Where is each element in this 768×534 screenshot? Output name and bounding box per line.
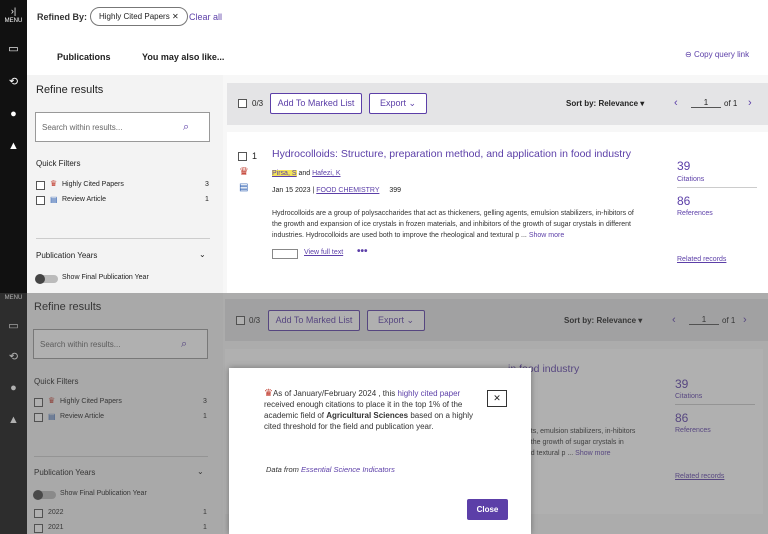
final-year-toggle[interactable]	[35, 274, 58, 284]
prev-page-icon[interactable]: ‹	[674, 97, 678, 109]
close-icon[interactable]: ✕	[172, 12, 179, 21]
highly-cited-link[interactable]: highly cited paper	[398, 389, 461, 398]
pub-years-title: Publication Years	[36, 251, 98, 260]
trophy-icon: ♛	[239, 166, 249, 178]
link-icon: ⊖	[685, 50, 692, 59]
authors: Pirsa, S and Hafezi, K	[272, 170, 341, 177]
field-name: Agricultural Sciences	[326, 411, 409, 420]
search-within-input[interactable]: Search within results... ⌕	[35, 112, 210, 142]
next-page-icon[interactable]: ›	[748, 97, 752, 109]
author-link[interactable]: Hafezi, K	[312, 170, 340, 177]
data-from-label: Data from	[266, 465, 299, 474]
add-to-marked-list-button[interactable]: Add To Marked List	[270, 93, 362, 114]
document-icon: ▤	[50, 195, 58, 204]
chevron-down-icon[interactable]: ⌄	[199, 250, 206, 259]
view-full-text-link[interactable]: View full text	[304, 249, 343, 256]
page-of: of 1	[724, 99, 738, 108]
refine-panel: Refine results Search within results... …	[27, 75, 223, 293]
review-article-label: Review Article	[62, 196, 106, 203]
tab-publications[interactable]: Publications	[57, 52, 111, 62]
header-area: Refined By: Highly Cited Papers ✕ Clear …	[27, 0, 768, 75]
close-button[interactable]: Close	[467, 499, 508, 520]
bell-icon[interactable]: ▲	[0, 140, 27, 152]
filter-chip-label: Highly Cited Papers	[99, 12, 170, 21]
sort-dropdown[interactable]: Sort by: Relevance ▾	[566, 99, 644, 108]
search-icon[interactable]: ⌕	[183, 121, 189, 134]
citations-count[interactable]: 39	[677, 159, 690, 173]
left-nav-bar: ›| MENU ▭ ⟲ ● ▲	[0, 0, 27, 293]
pub-info: Jan 15 2023 | FOOD CHEMISTRY 399	[272, 187, 401, 194]
results-panel: 0/3 Add To Marked List Export ⌄ Sort by:…	[223, 75, 768, 293]
data-source: Data from Essential Science Indicators	[266, 465, 395, 474]
select-all-checkbox[interactable]	[238, 99, 247, 108]
modal-body: ♛As of January/February 2024 , this high…	[264, 388, 474, 432]
selected-count: 0/3	[252, 99, 264, 108]
refined-by-label: Refined By:	[37, 12, 88, 22]
related-records-link[interactable]: Related records	[677, 256, 726, 263]
document-icon: ▤	[239, 182, 249, 193]
copy-query-link[interactable]: ⊖ Copy query link	[685, 50, 749, 59]
modal-close-x-button[interactable]: ✕	[487, 390, 507, 407]
show-final-label: Show Final Publication Year	[62, 274, 149, 281]
modal-text-a: As of January/February 2024 , this	[272, 389, 396, 398]
export-button[interactable]: Export ⌄	[369, 93, 427, 114]
result-checkbox[interactable]	[238, 152, 247, 161]
review-article-checkbox[interactable]	[36, 196, 45, 205]
caret-down-icon: ▾	[640, 99, 645, 108]
sort-label: Sort by: Relevance	[566, 99, 639, 108]
and-text: and	[298, 170, 311, 177]
expand-icon[interactable]: ›|	[0, 6, 27, 16]
highly-cited-modal: ♛As of January/February 2024 , this high…	[229, 368, 531, 534]
export-label: Export	[379, 98, 406, 108]
filter-chip[interactable]: Highly Cited Papers ✕	[90, 7, 188, 26]
results-toolbar: 0/3 Add To Marked List Export ⌄ Sort by:…	[227, 83, 768, 125]
result-card: 1 ♛ ▤ Hydrocolloids: Structure, preparat…	[227, 132, 768, 293]
trophy-icon: ♛	[50, 179, 58, 188]
highly-cited-label: Highly Cited Papers	[62, 181, 124, 188]
folder-icon[interactable]: ▭	[0, 42, 27, 55]
references-label: References	[677, 210, 713, 217]
citations-label: Citations	[677, 176, 705, 183]
abstract-text: Hydrocolloids are a group of polysacchar…	[272, 210, 634, 239]
volume: 399	[389, 187, 402, 194]
divider	[36, 238, 210, 239]
review-article-count: 1	[205, 196, 209, 203]
user-icon[interactable]: ●	[0, 108, 27, 120]
copy-query-label: Copy query link	[693, 50, 750, 59]
result-title[interactable]: Hydrocolloids: Structure, preparation me…	[272, 148, 631, 160]
clear-all-link[interactable]: Clear all	[189, 12, 222, 22]
abstract: Hydrocolloids are a group of polysacchar…	[272, 208, 644, 241]
journal-link[interactable]: FOOD CHEMISTRY	[316, 187, 379, 194]
menu-label: MENU	[4, 18, 23, 24]
show-more-link[interactable]: Show more	[529, 232, 564, 239]
search-placeholder: Search within results...	[42, 123, 123, 132]
quick-filters-title: Quick Filters	[36, 159, 81, 168]
page-input[interactable]: 1	[691, 98, 721, 108]
divider	[677, 187, 757, 188]
history-icon[interactable]: ⟲	[0, 75, 27, 88]
author-link[interactable]: Pirsa, S	[272, 170, 297, 177]
refine-title: Refine results	[36, 84, 104, 96]
references-count[interactable]: 86	[677, 194, 690, 208]
highly-cited-count: 3	[205, 181, 209, 188]
chevron-down-icon: ⌄	[408, 98, 417, 108]
highly-cited-checkbox[interactable]	[36, 181, 45, 190]
result-index: 1	[252, 151, 258, 161]
more-options-icon[interactable]: •••	[357, 246, 368, 257]
full-text-logo	[272, 249, 298, 259]
pub-date: Jan 15 2023 |	[272, 187, 315, 194]
trophy-icon: ♛	[264, 388, 273, 399]
esi-link[interactable]: Essential Science Indicators	[301, 465, 395, 474]
tab-you-may-like[interactable]: You may also like...	[142, 52, 224, 62]
